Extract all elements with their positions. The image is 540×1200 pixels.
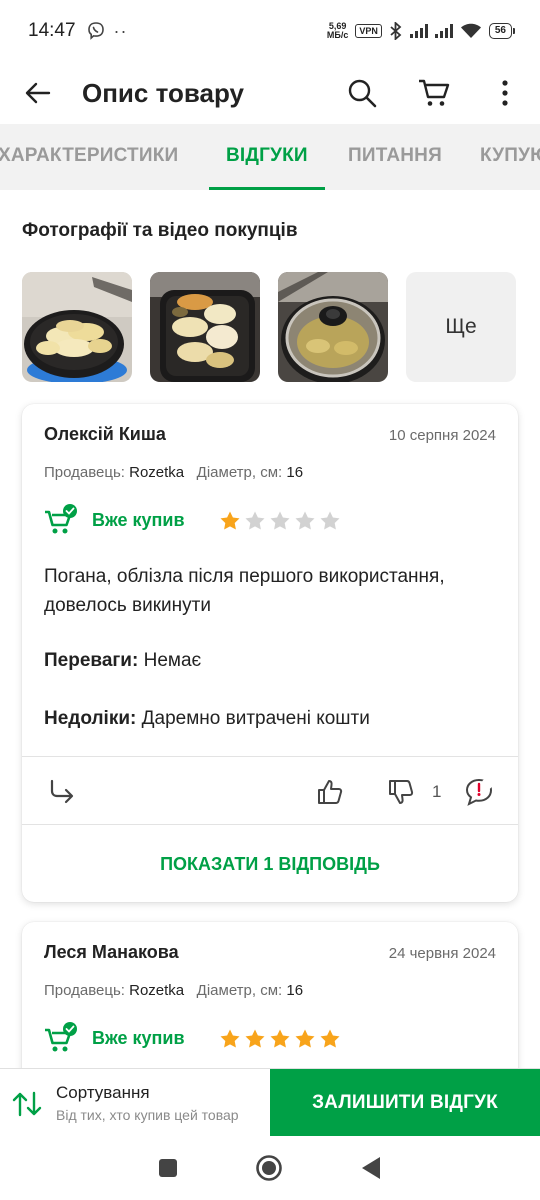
review-param-value: 16: [286, 464, 304, 481]
star-icon: [220, 1029, 240, 1047]
review-seller: Rozetka: [129, 464, 185, 481]
tab-reviews[interactable]: ВІДГУКИ: [209, 124, 325, 190]
report-icon[interactable]: [464, 778, 494, 806]
review-date: 24 червня 2024: [388, 945, 496, 962]
sort-button[interactable]: Сортування Від тих, хто купив цей товар: [0, 1069, 270, 1137]
tab-bar: ХАРАКТЕРИСТИКИ ВІДГУКИ ПИТАННЯ КУПУЮТЬ: [0, 124, 540, 190]
sort-value: Від тих, хто купив цей товар: [56, 1107, 239, 1123]
sort-icon: [12, 1091, 42, 1117]
star-icon: [245, 511, 265, 529]
tab-questions[interactable]: ПИТАННЯ: [348, 124, 442, 190]
search-icon: [348, 79, 377, 108]
star-icon: [295, 511, 315, 529]
recents-icon[interactable]: [158, 1158, 178, 1178]
battery-icon: 56: [488, 23, 516, 39]
search-button[interactable]: [326, 62, 398, 124]
customer-photo-2[interactable]: [150, 272, 260, 382]
verified-purchase-label: Вже купив: [92, 1027, 185, 1048]
review-text: Погана, облізла після першого використан…: [44, 566, 445, 616]
review-author: Леся Манакова: [44, 942, 179, 962]
cart-icon: [419, 79, 450, 106]
wifi-icon: [460, 23, 481, 38]
cart-button[interactable]: [398, 62, 470, 124]
bottom-bar: Сортування Від тих, хто купив цей товар …: [0, 1068, 540, 1137]
home-icon[interactable]: [255, 1154, 283, 1182]
photos-section-title: Фотографії та відео покупців: [22, 220, 298, 241]
more-notifications-icon: ··: [113, 20, 128, 41]
app-bar: Опис товару: [0, 62, 540, 124]
verified-purchase-cart-icon: [45, 1022, 77, 1052]
signal-2-icon: [434, 24, 453, 38]
divider: [22, 824, 518, 825]
star-icon: [270, 511, 290, 529]
review-card: Олексій Киша 10 серпня 2024 Продавець: R…: [22, 404, 518, 902]
customer-photos: Ще: [22, 272, 516, 382]
show-replies-button[interactable]: ПОКАЗАТИ 1 ВІДПОВІДЬ: [22, 826, 518, 902]
review-param-value: 16: [286, 982, 304, 999]
star-icon: [320, 511, 340, 529]
back-arrow-icon: [25, 82, 51, 104]
verified-purchase-label: Вже купив: [92, 509, 185, 530]
tab-characteristics[interactable]: ХАРАКТЕРИСТИКИ: [0, 124, 178, 190]
vpn-badge: VPN: [355, 24, 382, 38]
customer-photo-3[interactable]: [278, 272, 388, 382]
rating-stars: [219, 1028, 341, 1049]
divider: [22, 756, 518, 757]
star-icon: [245, 1029, 265, 1047]
system-nav-bar: [0, 1136, 540, 1200]
sort-title: Сортування: [56, 1083, 150, 1102]
more-vert-icon: [502, 80, 508, 106]
star-icon: [320, 1029, 340, 1047]
review-seller: Rozetka: [129, 982, 185, 999]
back-button[interactable]: [0, 62, 76, 124]
review-date: 10 серпня 2024: [388, 427, 496, 444]
viber-icon: [87, 22, 104, 40]
like-icon[interactable]: [316, 778, 344, 806]
review-meta: Продавець: Rozetka Діаметр, см: 16: [44, 982, 304, 999]
reply-icon[interactable]: [48, 778, 76, 806]
signal-1-icon: [409, 24, 428, 38]
net-speed: 5,69 МБ/с: [326, 21, 349, 40]
leave-review-button[interactable]: ЗАЛИШИТИ ВІДГУК: [270, 1069, 540, 1137]
rating-stars: [219, 510, 341, 531]
star-icon: [295, 1029, 315, 1047]
more-options-button[interactable]: [470, 62, 540, 124]
dislike-icon[interactable]: [387, 778, 415, 806]
customer-photo-1[interactable]: [22, 272, 132, 382]
status-time: 14:47: [28, 20, 76, 41]
verified-purchase-cart-icon: [45, 504, 77, 534]
back-nav-icon[interactable]: [360, 1156, 382, 1180]
review-cons: Недоліки: Даремно витрачені кошти: [44, 708, 370, 729]
review-pros: Переваги: Немає: [44, 650, 202, 671]
status-bar: 14:47 ·· 5,69 МБ/с VPN 56: [0, 0, 540, 62]
bluetooth-icon: [390, 22, 402, 40]
tab-bought-together[interactable]: КУПУЮТЬ: [480, 124, 540, 190]
star-icon: [220, 511, 240, 529]
review-meta: Продавець: Rozetka Діаметр, см: 16: [44, 464, 304, 481]
review-author: Олексій Киша: [44, 424, 166, 444]
more-photos-button[interactable]: Ще: [406, 272, 516, 382]
dislike-count: 1: [432, 782, 442, 801]
page-title: Опис товару: [82, 77, 244, 108]
star-icon: [270, 1029, 290, 1047]
